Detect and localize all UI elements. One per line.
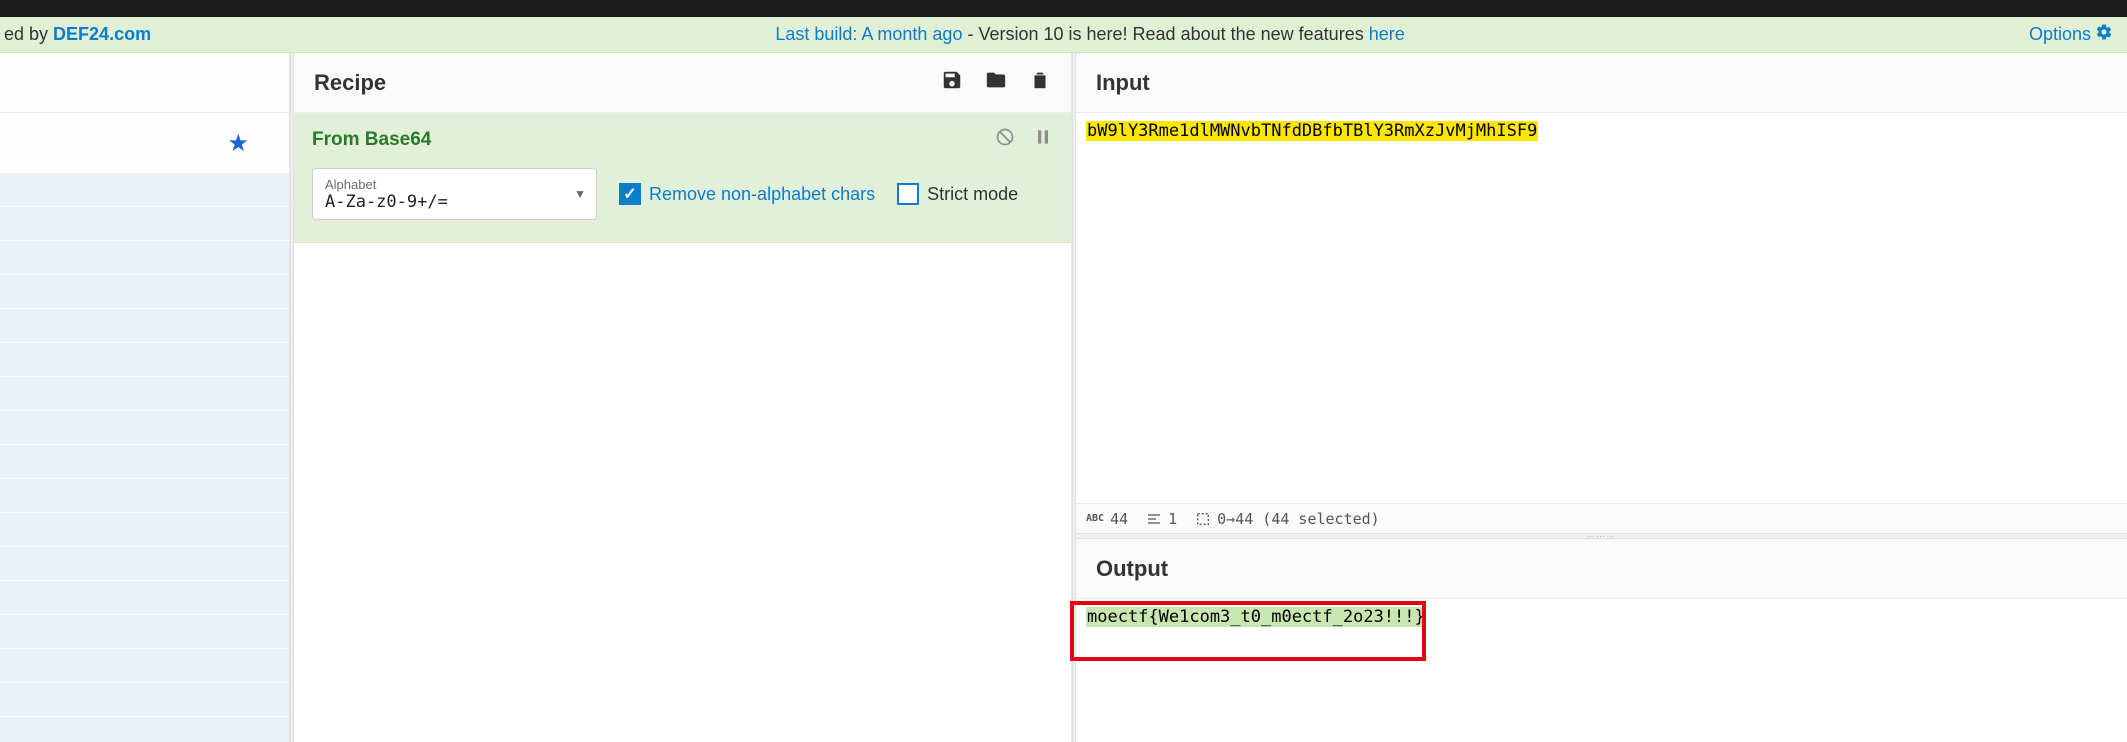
category-item[interactable]	[0, 445, 289, 479]
info-center-text: - Version 10 is here! Read about the new…	[962, 24, 1368, 44]
info-bar-center: Last build: A month ago - Version 10 is …	[151, 24, 2029, 45]
output-panel: Output moectf{We1com3_t0_m0ectf_2o23!!!}	[1076, 539, 2127, 742]
category-item[interactable]	[0, 479, 289, 513]
recipe-dropzone[interactable]	[294, 243, 1071, 742]
category-list	[0, 173, 289, 742]
category-item[interactable]	[0, 275, 289, 309]
category-item[interactable]	[0, 513, 289, 547]
category-item[interactable]	[0, 615, 289, 649]
recipe-title: Recipe	[314, 70, 941, 96]
search-area[interactable]	[0, 53, 289, 113]
browser-chrome	[0, 0, 2127, 17]
input-textarea[interactable]: bW9lY3Rme1dlMWNvbTNfdDBfbTBlY3RmXzJvMjMh…	[1076, 113, 2127, 503]
category-item[interactable]	[0, 547, 289, 581]
io-column: Input bW9lY3Rme1dlMWNvbTNfdDBfbTBlY3RmXz…	[1076, 53, 2127, 742]
clear-recipe-button[interactable]	[1029, 69, 1051, 96]
favourites-row[interactable]: ★	[0, 113, 289, 173]
input-header: Input	[1076, 53, 2127, 113]
operation-args: Alphabet A-Za-z0-9+/= ▼ Remove non-alpha…	[312, 168, 1053, 220]
checkbox-checked-icon	[619, 183, 641, 205]
alphabet-label: Alphabet	[325, 177, 566, 192]
operation-controls	[995, 127, 1053, 152]
new-features-link[interactable]: here	[1369, 24, 1405, 44]
checkbox-unchecked-icon	[897, 183, 919, 205]
strict-mode-checkbox[interactable]: Strict mode	[897, 183, 1018, 205]
output-title: Output	[1096, 556, 2107, 582]
options-link[interactable]: Options	[2029, 24, 2091, 45]
abc-icon: ABC	[1086, 513, 1104, 524]
status-chars: ABC 44	[1086, 510, 1128, 528]
info-bar-right: Options	[2029, 23, 2127, 46]
input-status-bar: ABC 44 1 0→44 (44 selected)	[1076, 503, 2127, 533]
category-item[interactable]	[0, 343, 289, 377]
main-layout: ★ Recipe From Base64	[0, 53, 2127, 742]
operations-sidebar: ★	[0, 53, 290, 742]
status-lines-value: 1	[1168, 510, 1177, 528]
disable-op-icon[interactable]	[995, 127, 1015, 152]
chevron-down-icon: ▼	[574, 187, 586, 201]
load-recipe-button[interactable]	[985, 69, 1007, 96]
save-recipe-button[interactable]	[941, 69, 963, 96]
status-lines: 1	[1146, 510, 1177, 528]
breakpoint-icon[interactable]	[1033, 127, 1053, 152]
remove-nonalpha-label: Remove non-alphabet chars	[649, 184, 875, 205]
category-item[interactable]	[0, 207, 289, 241]
status-selection: 0→44 (44 selected)	[1195, 510, 1380, 528]
category-item[interactable]	[0, 377, 289, 411]
star-icon: ★	[227, 129, 249, 158]
output-textarea[interactable]: moectf{We1com3_t0_m0ectf_2o23!!!}	[1076, 599, 2127, 742]
strict-mode-label: Strict mode	[927, 184, 1018, 205]
category-item[interactable]	[0, 683, 289, 717]
input-panel: Input bW9lY3Rme1dlMWNvbTNfdDBfbTBlY3RmXz…	[1076, 53, 2127, 533]
output-header: Output	[1076, 539, 2127, 599]
category-item[interactable]	[0, 241, 289, 275]
info-left-prefix: ed by	[4, 24, 53, 44]
status-chars-value: 44	[1110, 510, 1128, 528]
alphabet-select[interactable]: Alphabet A-Za-z0-9+/= ▼	[312, 168, 597, 220]
category-item[interactable]	[0, 173, 289, 207]
category-item[interactable]	[0, 309, 289, 343]
remove-nonalpha-checkbox[interactable]: Remove non-alphabet chars	[619, 183, 875, 205]
output-text: moectf{We1com3_t0_m0ectf_2o23!!!}	[1086, 607, 1426, 627]
operation-header: From Base64	[312, 127, 1053, 152]
selection-icon	[1195, 511, 1211, 527]
info-bar: ed by DEF24.com Last build: A month ago …	[0, 17, 2127, 53]
category-item[interactable]	[0, 649, 289, 683]
lines-icon	[1146, 511, 1162, 527]
category-item[interactable]	[0, 411, 289, 445]
last-build-link[interactable]: Last build: A month ago	[775, 24, 962, 44]
category-item[interactable]	[0, 581, 289, 615]
recipe-tools	[941, 69, 1051, 96]
gear-icon[interactable]	[2095, 23, 2113, 46]
info-bar-left: ed by DEF24.com	[0, 24, 151, 45]
alphabet-value: A-Za-z0-9+/=	[325, 192, 566, 212]
recipe-column: Recipe From Base64	[294, 53, 1072, 742]
status-selection-value: 0→44 (44 selected)	[1217, 510, 1380, 528]
operation-name: From Base64	[312, 129, 995, 151]
recipe-header: Recipe	[294, 53, 1071, 113]
brand-link[interactable]: DEF24.com	[53, 24, 151, 44]
operation-from-base64[interactable]: From Base64 Alphabet A-Za-z0-9+/= ▼	[294, 113, 1071, 243]
input-title: Input	[1096, 70, 2107, 96]
input-text: bW9lY3Rme1dlMWNvbTNfdDBfbTBlY3RmXzJvMjMh…	[1086, 121, 1538, 141]
